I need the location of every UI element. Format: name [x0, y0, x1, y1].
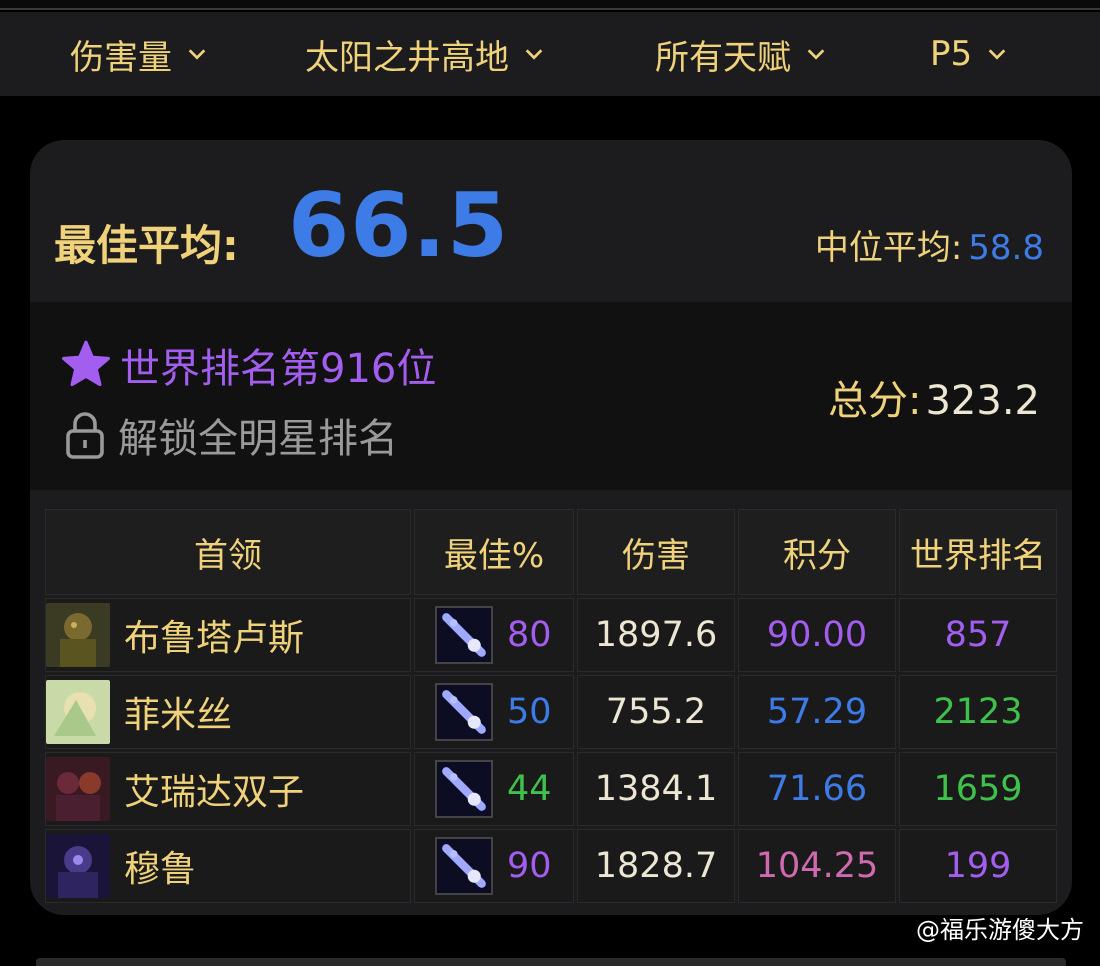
boss-portrait-icon: [46, 834, 110, 898]
filter-bar: 伤害量 太阳之井高地 所有天赋 P5: [0, 12, 1100, 96]
spec-dropdown[interactable]: 所有天赋: [655, 30, 827, 78]
spec-dropdown-label: 所有天赋: [655, 37, 791, 78]
table-row[interactable]: 菲米丝 50 755.2 57.29 2123: [45, 675, 1057, 749]
best-percent-value: 50: [507, 692, 552, 732]
chevron-down-icon: [807, 49, 825, 60]
unlock-allstar-link[interactable]: 解锁全明星排名: [60, 406, 398, 464]
metric-dropdown-label: 伤害量: [70, 37, 172, 78]
header-damage[interactable]: 伤害: [577, 509, 735, 595]
unlock-allstar-text: 解锁全明星排名: [118, 416, 398, 462]
boss-table: 首领 最佳% 伤害 积分 世界排名 布鲁塔卢斯 80 1897.6 90.00 …: [42, 506, 1060, 906]
spec-icon: [435, 683, 493, 741]
chevron-down-icon: [525, 49, 543, 60]
damage-value: 1384.1: [577, 752, 735, 826]
boss-name: 穆鲁: [124, 849, 197, 890]
boss-cell: 穆鲁: [45, 829, 411, 903]
boss-cell: 菲米丝: [45, 675, 411, 749]
total-score-value: 323.2: [925, 378, 1040, 424]
world-rank-value: 1659: [899, 752, 1057, 826]
best-percent-value: 44: [507, 769, 552, 809]
median-average-value: 58.8: [968, 228, 1044, 268]
phase-dropdown[interactable]: P5: [930, 30, 1008, 78]
boss-portrait-icon: [46, 757, 110, 821]
header-world-rank[interactable]: 世界排名: [899, 509, 1057, 595]
raid-dropdown-label: 太阳之井高地: [305, 37, 509, 78]
best-average-label: 最佳平均:: [54, 221, 239, 270]
world-rank-value: 857: [899, 598, 1057, 672]
total-score-label: 总分:: [828, 378, 922, 424]
watermark-text: @福乐游傻大方: [916, 916, 1084, 944]
best-percent-value: 90: [507, 846, 552, 886]
table-header-row: 首领 最佳% 伤害 积分 世界排名: [45, 509, 1057, 595]
chevron-down-icon: [188, 49, 206, 60]
best-average-value: 66.5: [288, 174, 510, 277]
boss-name: 布鲁塔卢斯: [124, 618, 305, 659]
spec-icon: [435, 606, 493, 664]
watermark: @福乐游傻大方: [916, 910, 1084, 945]
top-border: [0, 0, 1100, 10]
best-percent-cell: 80: [414, 598, 574, 672]
points-value: 57.29: [738, 675, 896, 749]
rank-panel: 世界排名第916位 解锁全明星排名 总分: 323.2: [30, 302, 1072, 490]
best-percent-value: 80: [507, 615, 552, 655]
header-points[interactable]: 积分: [738, 509, 896, 595]
best-percent-cell: 50: [414, 675, 574, 749]
damage-value: 1897.6: [577, 598, 735, 672]
next-card-edge: [36, 958, 1066, 966]
lock-icon: [66, 412, 104, 459]
median-average: 中位平均: 58.8: [815, 220, 1044, 269]
points-value: 71.66: [738, 752, 896, 826]
median-average-label: 中位平均:: [814, 228, 963, 268]
table-row[interactable]: 艾瑞达双子 44 1384.1 71.66 1659: [45, 752, 1057, 826]
spec-icon: [435, 760, 493, 818]
damage-value: 755.2: [577, 675, 735, 749]
header-boss[interactable]: 首领: [45, 509, 411, 595]
best-percent-cell: 44: [414, 752, 574, 826]
chevron-down-icon: [988, 49, 1006, 60]
best-percent-cell: 90: [414, 829, 574, 903]
metric-dropdown[interactable]: 伤害量: [70, 30, 208, 78]
boss-cell: 艾瑞达双子: [45, 752, 411, 826]
ranking-card: 最佳平均: 66.5 中位平均: 58.8 世界排名第916位 解锁全明星排名 …: [30, 140, 1072, 915]
boss-portrait-icon: [46, 603, 110, 667]
star-icon: [62, 340, 110, 387]
world-rank-value: 199: [899, 829, 1057, 903]
boss-name: 艾瑞达双子: [124, 772, 305, 813]
raid-dropdown[interactable]: 太阳之井高地: [305, 30, 545, 78]
boss-portrait-icon: [46, 680, 110, 744]
world-rank-value: 2123: [899, 675, 1057, 749]
spec-icon: [435, 837, 493, 895]
phase-dropdown-label: P5: [930, 34, 973, 74]
table-row[interactable]: 穆鲁 90 1828.7 104.25 199: [45, 829, 1057, 903]
boss-cell: 布鲁塔卢斯: [45, 598, 411, 672]
points-value: 90.00: [738, 598, 896, 672]
world-rank-text: 世界排名第916位: [120, 346, 437, 392]
header-best-percent[interactable]: 最佳%: [414, 509, 574, 595]
table-row[interactable]: 布鲁塔卢斯 80 1897.6 90.00 857: [45, 598, 1057, 672]
points-value: 104.25: [738, 829, 896, 903]
total-score: 总分: 323.2: [828, 368, 1040, 426]
world-rank: 世界排名第916位: [60, 336, 436, 394]
boss-name: 菲米丝: [124, 695, 233, 736]
damage-value: 1828.7: [577, 829, 735, 903]
best-average-row: 最佳平均: 66.5 中位平均: 58.8: [30, 140, 1072, 300]
